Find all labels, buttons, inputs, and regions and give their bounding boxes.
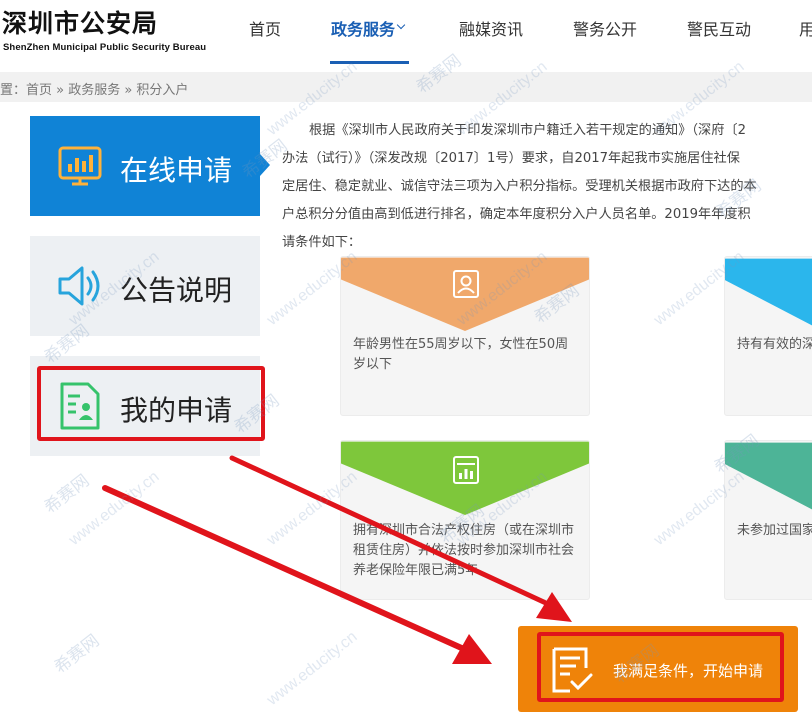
nav-media-news[interactable]: 融媒资讯 <box>459 16 523 40</box>
chevron-down-icon <box>396 20 406 30</box>
arrow-head-bottom <box>452 634 492 664</box>
menu-my-application[interactable]: 我的申请 <box>30 356 260 456</box>
logo-title[interactable]: 深圳市公安局 <box>2 4 158 40</box>
intro-line: 定居住、稳定就业、诚信守法三项为入户积分指标。受理机关根据市政府下达的本 <box>282 179 757 194</box>
intro-line: 根据《深圳市人民政府关于印发深圳市户籍迁入若干规定的通知》（深府〔2 <box>309 123 746 138</box>
condition-text: 未参加过国家 <box>737 523 812 538</box>
nav-police-affairs[interactable]: 警务公开 <box>573 16 637 40</box>
form-check-icon <box>552 647 593 693</box>
start-application-button[interactable]: 我满足条件，开始申请 <box>518 626 798 712</box>
site-header: 深圳市公安局 ShenZhen Municipal Public Securit… <box>0 0 812 68</box>
start-application-label: 我满足条件，开始申请 <box>613 662 764 680</box>
logo-subtitle: ShenZhen Municipal Public Security Burea… <box>3 42 207 53</box>
menu-mine-label: 我的申请 <box>120 394 233 427</box>
watermark-url: www.educity.cn <box>264 628 361 709</box>
menu-online-apply[interactable]: 在线申请 <box>30 116 260 216</box>
menu-apply-label: 在线申请 <box>120 154 233 187</box>
intro-line: 户总积分分值由高到低进行排名，确定本年度积分入户人员名单。2019年年度积 <box>282 207 751 222</box>
active-menu-pointer <box>260 154 270 176</box>
person-card-icon <box>453 270 479 298</box>
intro-paragraph: 根据《深圳市人民政府关于印发深圳市户籍迁入若干规定的通知》（深府〔2 办法（试行… <box>282 117 812 257</box>
document-person-icon <box>60 382 100 430</box>
nav-interaction[interactable]: 警民互动 <box>687 16 751 40</box>
breadcrumb[interactable]: 置：首页 » 政务服务 » 积分入户 <box>0 79 188 98</box>
intro-line: 办法（试行）》（深发改规〔2017〕1号）要求，自2017年起我市实施居住社保 <box>282 151 740 166</box>
intro-line: 请条件如下： <box>282 235 362 250</box>
watermark-url: www.educity.cn <box>66 468 163 549</box>
watermark-brand: 希赛网 <box>40 470 94 519</box>
condition-text: 年龄男性在55周岁以下，女性在50周岁以下 <box>353 337 569 372</box>
speaker-icon <box>58 266 100 306</box>
condition-card-housing: 拥有深圳市合法产权住房（或在深圳市租赁住房）并依法按时参加深圳市社会养老保险年限… <box>340 440 590 600</box>
condition-text: 拥有深圳市合法产权住房（或在深圳市租赁住房）并依法按时参加深圳市社会养老保险年限… <box>353 523 575 578</box>
bar-chart-icon <box>453 456 479 484</box>
menu-notice-label: 公告说明 <box>120 274 233 307</box>
nav-more[interactable]: 用 <box>799 16 812 40</box>
nav-gov-services[interactable]: 政务服务 <box>331 16 395 40</box>
chart-board-icon <box>58 146 102 186</box>
nav-active-indicator <box>330 61 409 64</box>
condition-card-record: 未参加过国家 <box>724 440 812 600</box>
nav-home[interactable]: 首页 <box>249 16 281 40</box>
watermark-brand: 希赛网 <box>50 630 104 679</box>
menu-notice[interactable]: 公告说明 <box>30 236 260 336</box>
breadcrumb-bar: 置：首页 » 政务服务 » 积分入户 <box>0 72 812 102</box>
condition-text: 持有有效的深 <box>737 337 812 352</box>
condition-card-age: 年龄男性在55周岁以下，女性在50周岁以下 <box>340 256 590 416</box>
condition-card-id: 持有有效的深 <box>724 256 812 416</box>
